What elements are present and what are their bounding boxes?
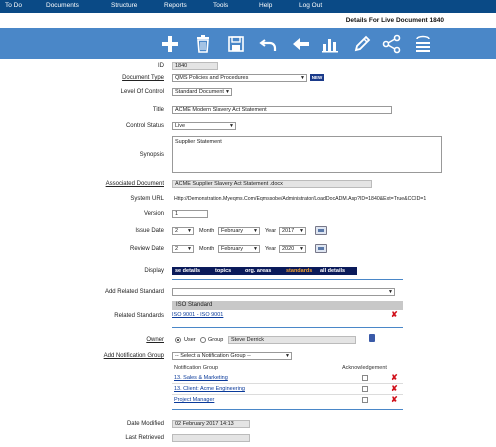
version-field[interactable]: 1 — [172, 210, 208, 218]
divider — [172, 279, 403, 280]
ack-checkbox[interactable] — [362, 375, 368, 381]
notif-label[interactable]: Add Notification Group — [104, 353, 164, 359]
retrieved-field — [172, 434, 250, 442]
version-label: Version — [143, 211, 164, 217]
review-month-label: Month — [199, 246, 215, 252]
remove-standard-icon[interactable]: ✘ — [391, 311, 398, 319]
stack-icon[interactable] — [413, 34, 433, 54]
display-option-details[interactable]: se details — [175, 268, 200, 274]
review-month-select[interactable]: February — [218, 245, 260, 253]
share-icon[interactable] — [382, 34, 402, 54]
menu-structure[interactable]: Structure — [111, 2, 137, 9]
status-label: Control Status — [125, 123, 164, 129]
review-day-select[interactable]: 2 — [172, 245, 194, 253]
owner-label[interactable]: Owner — [146, 337, 164, 343]
doctype-label[interactable]: Document Type — [122, 75, 164, 81]
doctype-select[interactable]: QMS Policies and Procedures — [172, 74, 307, 82]
divider — [172, 409, 403, 410]
review-year-select[interactable]: 2020 — [279, 245, 306, 253]
related-standard-link[interactable]: ISO 9001 - ISO 9001 — [172, 312, 223, 318]
assoc-label[interactable]: Associated Document — [106, 181, 164, 187]
owner-user-radio[interactable] — [175, 337, 181, 343]
row-divider — [172, 394, 403, 395]
issue-year-select[interactable]: 2017 — [279, 227, 306, 235]
menu-todo[interactable]: To Do — [5, 2, 22, 9]
new-badge[interactable]: NEW — [310, 74, 324, 81]
remove-notif-icon[interactable]: ✘ — [391, 396, 398, 404]
display-label: Display — [144, 268, 164, 274]
id-field: 1840 — [172, 62, 218, 70]
url-label: System URL — [130, 196, 164, 202]
issue-month-label: Month — [199, 228, 215, 234]
notif-col-ack: Acknowledgement — [342, 365, 387, 371]
status-select[interactable]: Live — [172, 122, 236, 130]
display-option-topics[interactable]: topics — [215, 268, 231, 274]
notif-select[interactable]: -- Select a Notification Group -- — [172, 352, 292, 360]
issue-day-select[interactable]: 2 — [172, 227, 194, 235]
ack-checkbox[interactable] — [362, 386, 368, 392]
chart-icon[interactable] — [320, 34, 340, 54]
level-select[interactable]: Standard Document — [172, 88, 232, 96]
retrieved-label: Last Retrieved — [125, 435, 164, 441]
toolbar — [0, 28, 496, 59]
synopsis-label: Synopsis — [139, 152, 164, 158]
page-title: Details For Live Document 1840 — [345, 17, 444, 24]
owner-group-label: Group — [208, 337, 224, 343]
menu-bar: To Do Documents Structure Reports Tools … — [0, 0, 496, 13]
issue-label: Issue Date — [135, 228, 164, 234]
related-standards-header: ISO Standard — [172, 301, 403, 310]
title-label: Title — [152, 107, 164, 113]
display-options-bar: se details topics org. areas standards a… — [172, 267, 357, 275]
menu-tools[interactable]: Tools — [213, 2, 228, 9]
remove-notif-icon[interactable]: ✘ — [391, 374, 398, 382]
menu-documents[interactable]: Documents — [46, 2, 79, 9]
add-icon[interactable] — [160, 34, 180, 54]
review-year-label: Year — [265, 246, 277, 252]
notif-item[interactable]: Project Manager — [174, 397, 214, 403]
review-calendar-icon[interactable] — [315, 244, 327, 253]
document-icon[interactable] — [369, 334, 375, 342]
title-bar: Details For Live Document 1840 — [0, 13, 496, 27]
synopsis-textarea[interactable]: Supplier Statement — [172, 136, 442, 173]
divider — [172, 327, 403, 328]
owner-group-field: Steve Derrick — [228, 336, 356, 344]
url-value: Http://Demonstration.Myeqms.Com/Eqmssobe… — [174, 196, 427, 202]
ack-checkbox[interactable] — [362, 397, 368, 403]
display-option-standards[interactable]: standards — [286, 268, 312, 274]
level-label: Level Of Control — [120, 89, 164, 95]
menu-logout[interactable]: Log Out — [299, 2, 322, 9]
add-standard-select[interactable] — [172, 288, 395, 296]
undo-icon[interactable] — [259, 34, 279, 54]
notif-item[interactable]: 13. Client: Acme Engineering — [174, 386, 245, 392]
id-label: ID — [158, 63, 164, 69]
modified-label: Date Modified — [126, 421, 164, 427]
notif-item[interactable]: 13. Sales & Marketing — [174, 375, 228, 381]
remove-notif-icon[interactable]: ✘ — [391, 385, 398, 393]
menu-help[interactable]: Help — [259, 2, 272, 9]
delete-icon[interactable] — [193, 34, 213, 54]
display-option-org-areas[interactable]: org. areas — [245, 268, 271, 274]
issue-year-label: Year — [265, 228, 277, 234]
owner-user-label: User — [184, 337, 196, 343]
review-label: Review Date — [129, 246, 164, 252]
modified-field: 02 February 2017 14:13 — [172, 420, 250, 428]
issue-month-select[interactable]: February — [218, 227, 260, 235]
menu-reports[interactable]: Reports — [164, 2, 187, 9]
notif-col-group: Notification Group — [174, 365, 219, 371]
back-icon[interactable] — [291, 34, 311, 54]
assoc-field: ACME Supplier Slavery Act Statement .doc… — [172, 180, 372, 188]
add-standard-label: Add Related Standard — [104, 289, 164, 295]
save-icon[interactable] — [226, 34, 246, 54]
related-standards-label: Related Standards — [114, 313, 164, 319]
row-divider — [172, 383, 403, 384]
title-field[interactable]: ACME Modern Slavery Act Statement — [172, 106, 392, 114]
owner-group-radio[interactable] — [200, 337, 206, 343]
edit-icon[interactable] — [352, 34, 372, 54]
issue-calendar-icon[interactable] — [315, 226, 327, 235]
display-option-all[interactable]: all details — [320, 268, 345, 274]
